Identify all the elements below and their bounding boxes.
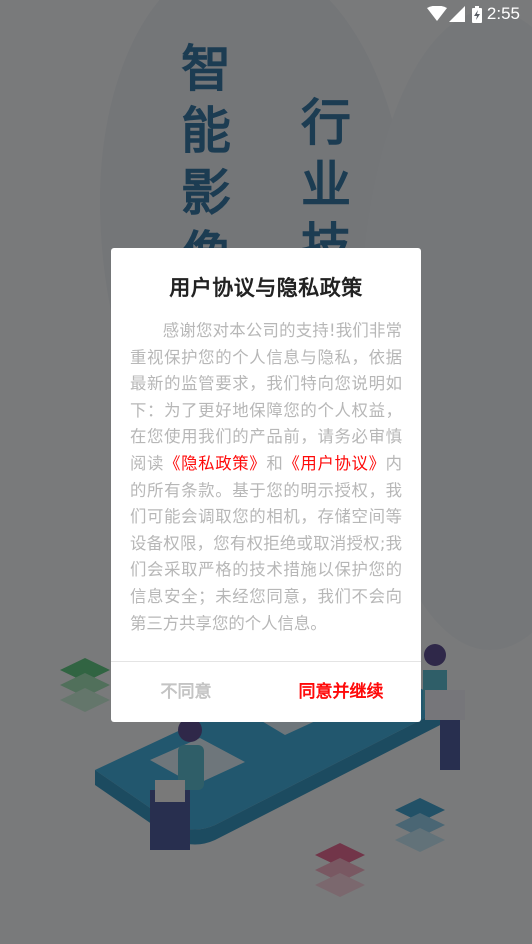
status-bar: 2:55 xyxy=(0,0,532,28)
agree-and-continue-button[interactable]: 同意并继续 xyxy=(261,662,421,722)
privacy-dialog: 用户协议与隐私政策 感谢您对本公司的支持!我们非常重视保护您的个人信息与隐私，依… xyxy=(111,248,421,722)
dialog-title: 用户协议与隐私政策 xyxy=(169,276,363,300)
body-text: 内的所有条款。基于您的明示授权，我们可能会调取您的相机，存储空间等设备权限，您有… xyxy=(130,453,403,633)
battery-charging-icon xyxy=(472,6,482,23)
privacy-policy-link[interactable]: 《隐私政策》 xyxy=(164,454,266,473)
disagree-button[interactable]: 不同意 xyxy=(111,662,261,722)
user-agreement-link[interactable]: 《用户协议》 xyxy=(283,454,385,473)
body-text: 感谢您对本公司的支持!我们非常重视保护您的个人信息与隐私，依据最新的监管要求，我… xyxy=(130,321,402,473)
cell-signal-icon xyxy=(449,6,465,22)
clock: 2:55 xyxy=(486,4,520,23)
dialog-body: 感谢您对本公司的支持!我们非常重视保护您的个人信息与隐私，依据最新的监管要求，我… xyxy=(130,318,402,637)
body-text: 和 xyxy=(266,453,284,473)
wifi-icon xyxy=(427,6,447,21)
